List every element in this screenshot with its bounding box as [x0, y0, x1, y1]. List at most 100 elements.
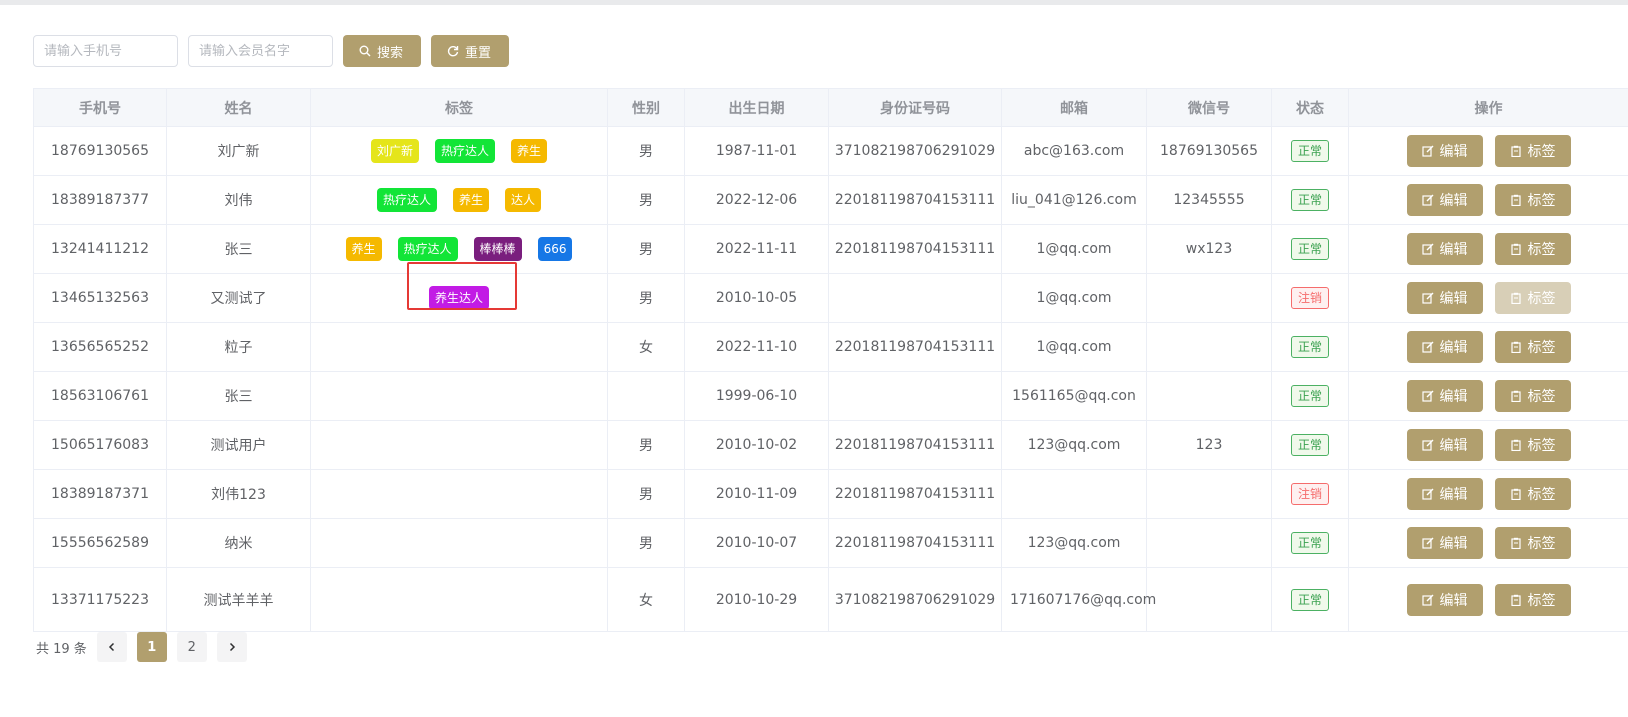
member-tag: 热疗达人 [376, 188, 437, 212]
tag-button[interactable]: 标签 [1494, 331, 1571, 363]
cell-birth: 1999-06-10 [684, 371, 829, 421]
cell-email: liu_041@126.com [1001, 175, 1147, 225]
cell-birth: 2010-10-07 [684, 518, 829, 568]
tag-button[interactable]: 标签 [1494, 527, 1571, 559]
clipboard-icon [1510, 341, 1521, 353]
phone-search-input[interactable] [33, 35, 178, 67]
edit-button-label: 编辑 [1439, 487, 1468, 503]
edit-button-label: 编辑 [1439, 438, 1468, 454]
edit-button[interactable]: 编辑 [1406, 282, 1483, 314]
edit-button-label: 编辑 [1439, 536, 1468, 552]
cell-status: 正常 [1271, 175, 1349, 225]
reset-button-label: 重置 [465, 45, 492, 61]
chevron-right-icon [229, 642, 235, 652]
edit-button-label: 编辑 [1439, 389, 1468, 405]
tag-button[interactable]: 标签 [1494, 429, 1571, 461]
status-badge: 正常 [1290, 434, 1329, 456]
refresh-icon [447, 46, 459, 57]
search-button-label: 搜索 [377, 45, 404, 61]
status-badge: 注销 [1290, 483, 1329, 505]
cell-status: 正常 [1271, 371, 1349, 421]
edit-icon [1421, 390, 1433, 402]
cell-gender: 男 [607, 420, 685, 470]
edit-button[interactable]: 编辑 [1406, 233, 1483, 265]
next-page-button[interactable] [216, 632, 247, 662]
tag-button[interactable]: 标签 [1494, 583, 1571, 616]
tag-button-label: 标签 [1527, 144, 1556, 160]
cell-actions: 编辑 标签 [1348, 371, 1628, 421]
name-search-input[interactable] [188, 35, 333, 67]
chevron-left-icon [108, 642, 114, 652]
tag-button[interactable]: 标签 [1494, 184, 1571, 216]
cell-actions: 编辑 标签 [1348, 567, 1628, 632]
member-tag: 达人 [505, 188, 542, 212]
cell-status: 注销 [1271, 273, 1349, 323]
edit-button[interactable]: 编辑 [1406, 184, 1483, 216]
cell-tags [310, 322, 608, 372]
cell-idcard: 220181198704153111 [828, 469, 1002, 519]
table-row: 18769130565 刘广新 刘广新 热疗达人 养生 男 1987-11-01 3… [33, 126, 1628, 176]
cell-phone: 13465132563 [33, 273, 167, 323]
clipboard-icon [1510, 390, 1521, 402]
tag-button-label: 标签 [1527, 487, 1556, 503]
cell-gender: 女 [607, 322, 685, 372]
tag-button-label: 标签 [1527, 193, 1556, 209]
cell-email [1001, 469, 1147, 519]
edit-button-label: 编辑 [1439, 242, 1468, 258]
table-row: 18389187371 刘伟123 男 2010-11-09 220181198… [33, 469, 1628, 519]
member-tag: 养生达人 [428, 286, 489, 310]
tag-button[interactable]: 标签 [1494, 135, 1571, 167]
tag-button[interactable]: 标签 [1494, 478, 1571, 510]
table-row: 13371175223 测试羊羊羊 女 2010-10-29 371082198… [33, 567, 1628, 632]
edit-button[interactable]: 编辑 [1406, 331, 1483, 363]
edit-button[interactable]: 编辑 [1406, 527, 1483, 559]
cell-status: 正常 [1271, 322, 1349, 372]
tag-list: 热疗达人 养生 达人 [311, 188, 607, 212]
reset-button[interactable]: 重置 [431, 35, 509, 67]
edit-button[interactable]: 编辑 [1406, 380, 1483, 412]
tag-button-label: 标签 [1527, 438, 1556, 454]
search-button[interactable]: 搜索 [343, 35, 421, 67]
table-header-row: 手机号 姓名 标签 性别 出生日期 身份证号码 邮箱 微信号 状态 操作 [33, 88, 1628, 127]
edit-button[interactable]: 编辑 [1406, 478, 1483, 510]
cell-name: 张三 [166, 371, 311, 421]
cell-actions: 编辑 标签 [1348, 224, 1628, 274]
edit-icon [1421, 594, 1433, 606]
edit-button[interactable]: 编辑 [1406, 429, 1483, 461]
cell-birth: 2022-11-10 [684, 322, 829, 372]
table-row: 15556562589 纳米 男 2010-10-07 220181198704… [33, 518, 1628, 568]
clipboard-icon [1510, 145, 1521, 157]
edit-button-label: 编辑 [1439, 193, 1468, 209]
cell-email: 1@qq.com [1001, 224, 1147, 274]
cell-email: abc@163.com [1001, 126, 1147, 176]
cell-status: 正常 [1271, 420, 1349, 470]
table-row: 18389187377 刘伟 热疗达人 养生 达人 男 2022-12-06 220… [33, 175, 1628, 225]
cell-name: 测试用户 [166, 420, 311, 470]
tag-button[interactable]: 标签 [1494, 282, 1571, 314]
search-toolbar: 搜索 重置 [33, 35, 509, 67]
cell-actions: 编辑 标签 [1348, 175, 1628, 225]
cell-tags [310, 469, 608, 519]
cell-name: 纳米 [166, 518, 311, 568]
cell-email: 1@qq.com [1001, 322, 1147, 372]
edit-button-label: 编辑 [1439, 592, 1468, 609]
cell-gender [607, 371, 685, 421]
cell-wechat: 123 [1146, 420, 1272, 470]
cell-wechat [1146, 518, 1272, 568]
cell-idcard: 371082198706291029 [828, 567, 1002, 632]
tag-button[interactable]: 标签 [1494, 233, 1571, 265]
page-button-2[interactable]: 2 [176, 632, 207, 662]
tag-list: 刘广新 热疗达人 养生 [311, 139, 607, 163]
edit-button[interactable]: 编辑 [1406, 583, 1483, 616]
cell-idcard: 220181198704153111 [828, 175, 1002, 225]
cell-tags [310, 420, 608, 470]
cell-idcard: 371082198706291029 [828, 126, 1002, 176]
cell-actions: 编辑 标签 [1348, 273, 1628, 323]
prev-page-button[interactable] [96, 632, 127, 662]
table-row: 13656565252 粒子 女 2022-11-10 220181198704… [33, 322, 1628, 372]
tag-button[interactable]: 标签 [1494, 380, 1571, 412]
edit-button[interactable]: 编辑 [1406, 135, 1483, 167]
page-button-1[interactable]: 1 [136, 632, 167, 662]
edit-icon [1421, 537, 1433, 549]
cell-status: 正常 [1271, 126, 1349, 176]
